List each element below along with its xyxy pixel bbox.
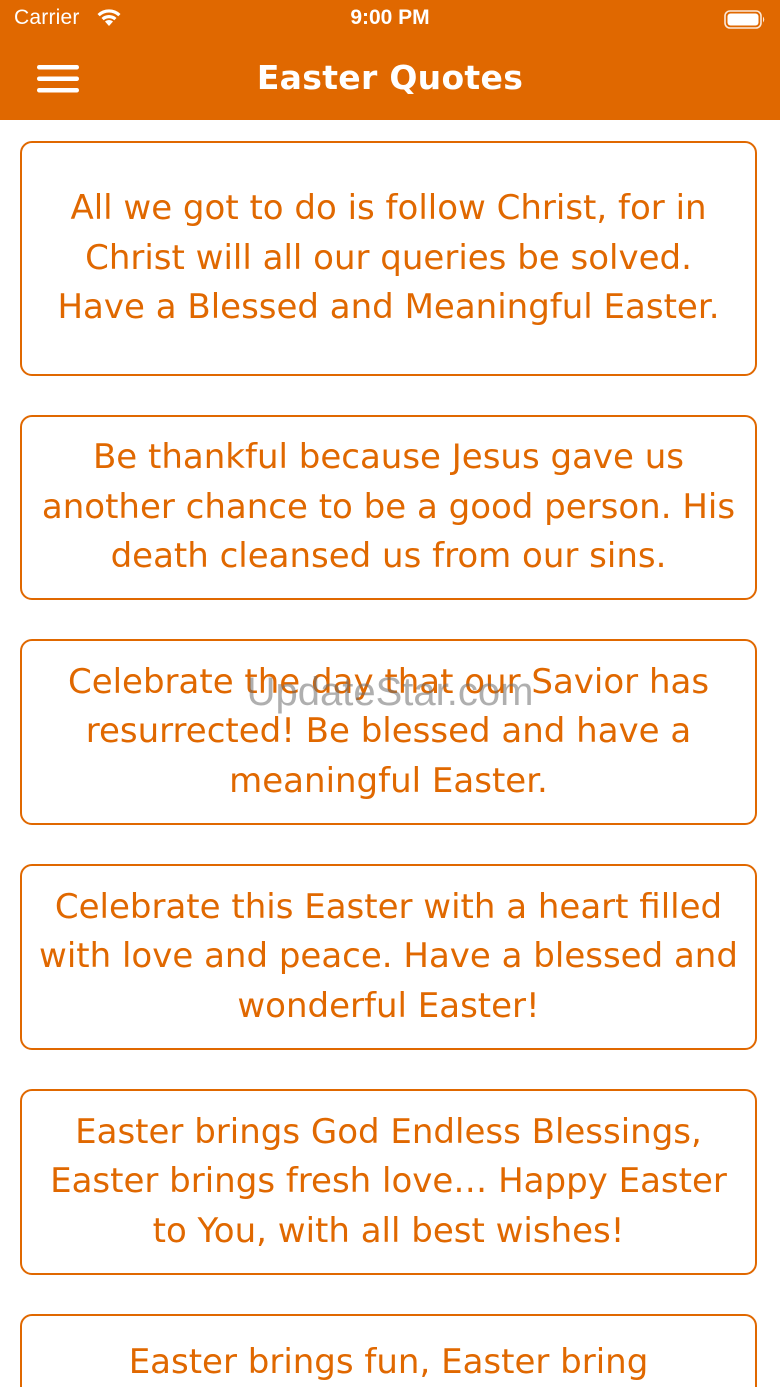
quote-card[interactable]: Easter brings fun, Easter bring (20, 1314, 757, 1387)
quote-card[interactable]: All we got to do is follow Christ, for i… (20, 141, 757, 376)
quote-card[interactable]: Celebrate this Easter with a heart fille… (20, 864, 757, 1050)
quote-card[interactable]: Be thankful because Jesus gave us anothe… (20, 415, 757, 600)
navigation-bar: Easter Quotes (0, 40, 780, 120)
quote-text: Easter brings God Endless Blessings, Eas… (50, 1111, 727, 1251)
quote-list[interactable]: All we got to do is follow Christ, for i… (0, 120, 780, 1387)
quote-card[interactable]: Easter brings God Endless Blessings, Eas… (20, 1089, 757, 1275)
status-bar: Carrier 9:00 PM (0, 0, 780, 40)
page-title: Easter Quotes (256, 58, 524, 97)
quote-text: Celebrate the day that our Savior has re… (67, 661, 710, 801)
quote-text: Easter brings fun, Easter bring (128, 1342, 649, 1382)
status-time: 9:00 PM (350, 6, 430, 29)
quote-text: Be thankful because Jesus gave us anothe… (41, 437, 736, 577)
quote-card[interactable]: Celebrate the day that our Savior has re… (20, 639, 757, 825)
quote-text: All we got to do is follow Christ, for i… (57, 188, 720, 328)
battery-icon (724, 10, 765, 29)
quote-text: Celebrate this Easter with a heart fille… (39, 886, 738, 1026)
app-header: Carrier 9:00 PM Easter Quotes (0, 0, 780, 120)
